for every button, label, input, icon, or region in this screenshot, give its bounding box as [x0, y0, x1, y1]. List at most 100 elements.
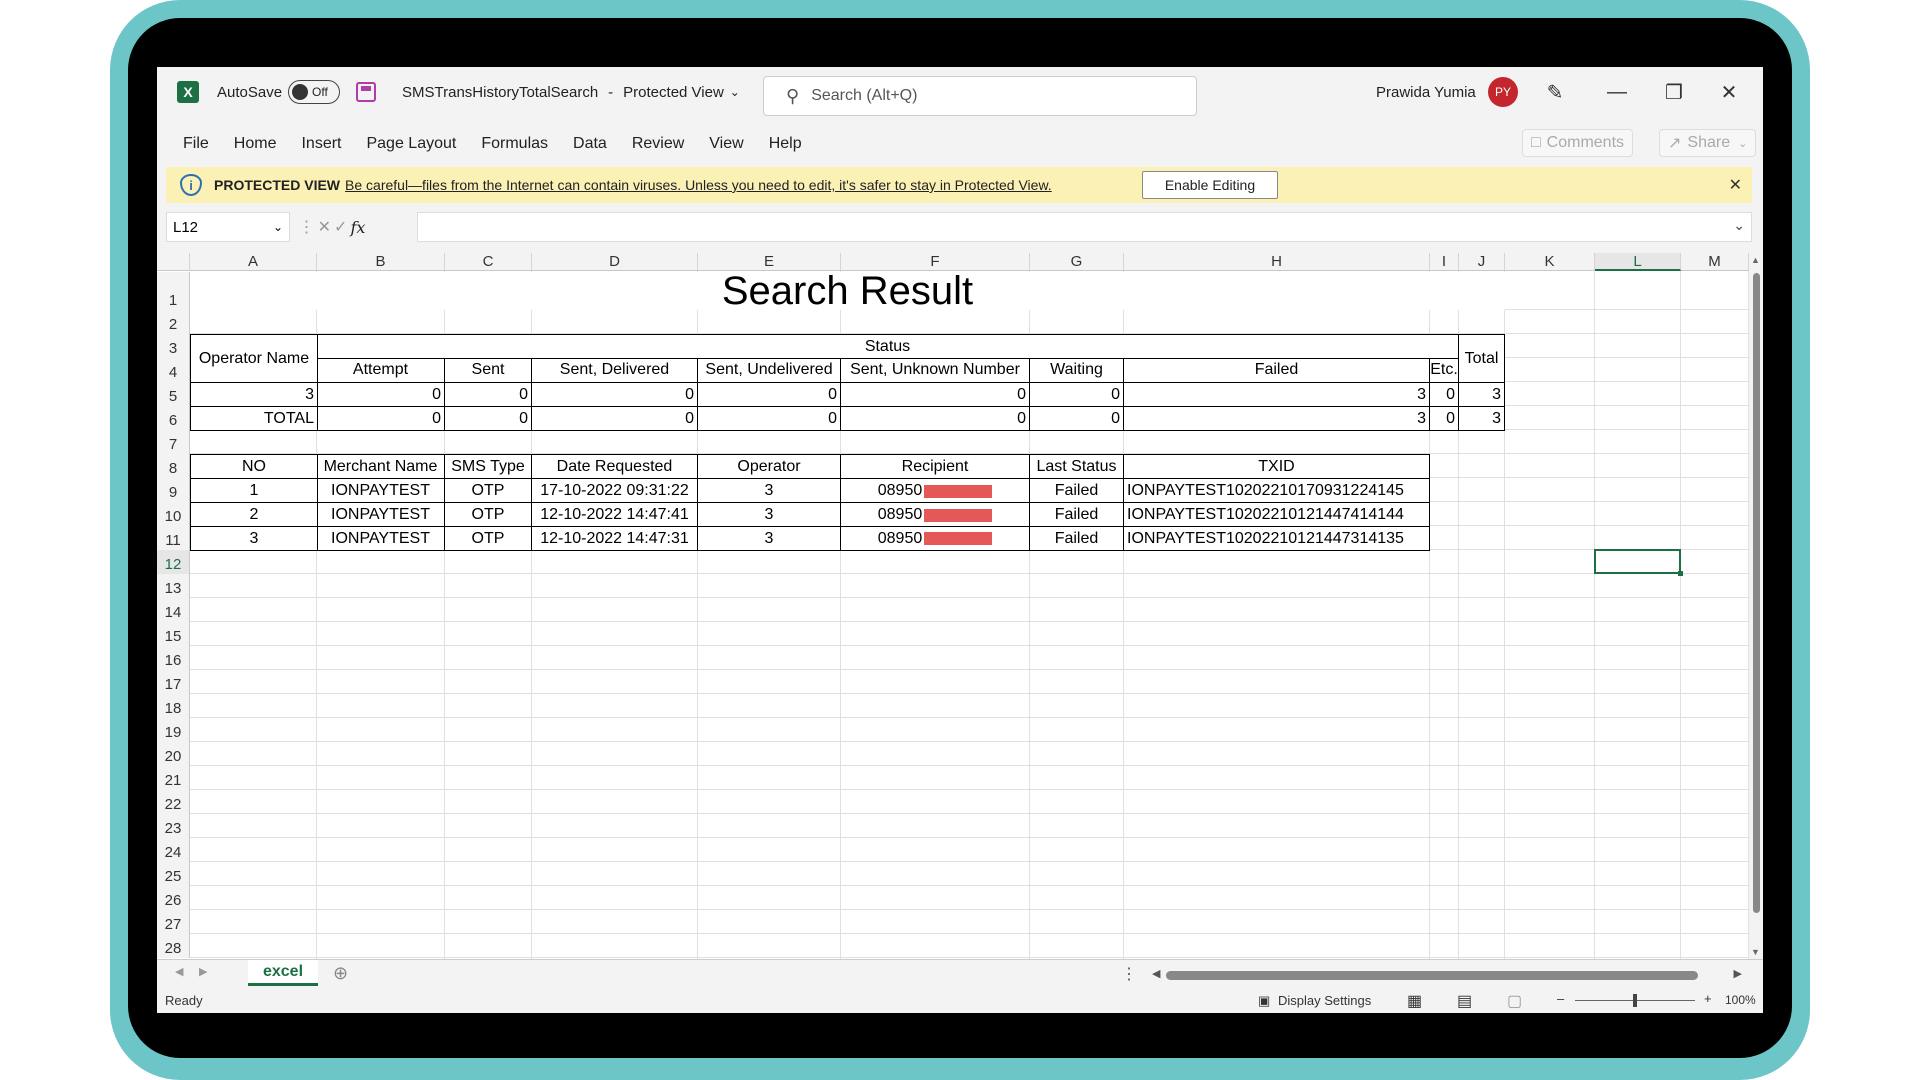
detail-no-cell[interactable]: 1 [190, 478, 318, 503]
restore-icon[interactable]: ❐ [1654, 80, 1694, 105]
enable-editing-button[interactable]: Enable Editing [1142, 171, 1278, 199]
row-header-26[interactable]: 26 [157, 886, 190, 910]
row-header-18[interactable]: 18 [157, 694, 190, 718]
column-header-g[interactable]: G [1030, 253, 1124, 271]
detail-operator-cell[interactable]: 3 [698, 502, 841, 527]
spreadsheet-grid[interactable]: A B C D E F G H I J K L M 1 2 3 4 5 6 7 8 9 10 11 12 13 14 15 16 17 18… [157, 253, 1749, 959]
detail-recipient-cell[interactable]: 08950 [841, 526, 1030, 551]
status-header[interactable]: Status [317, 334, 1459, 359]
share-button[interactable]: ↗ Share ⌄ [1659, 129, 1757, 157]
horizontal-scroll-thumb[interactable] [1166, 971, 1698, 980]
detail-date-cell[interactable]: 12-10-2022 14:47:31 [532, 526, 698, 551]
row-header-28[interactable]: 28 [157, 934, 190, 958]
detail-recipient-cell[interactable]: 08950 [841, 502, 1030, 527]
row-header-1[interactable]: 1 [157, 272, 190, 310]
detail-txid-cell[interactable]: IONPAYTEST10202210121447314135 [1124, 526, 1430, 551]
menu-insert[interactable]: Insert [301, 135, 341, 153]
detail-no-cell[interactable]: 3 [190, 526, 318, 551]
column-header-a[interactable]: A [190, 253, 317, 271]
view-mode-dropdown[interactable]: Protected View [623, 84, 724, 101]
avatar[interactable]: PY [1488, 77, 1518, 107]
column-header-c[interactable]: C [445, 253, 532, 271]
row-header-14[interactable]: 14 [157, 598, 190, 622]
comments-button[interactable]: □ Comments [1522, 129, 1634, 157]
column-header-l[interactable]: L [1595, 253, 1681, 271]
summary-value-cell[interactable]: 3 [1124, 406, 1430, 431]
row-header-9[interactable]: 9 [157, 478, 190, 502]
detail-type-cell[interactable]: OTP [445, 502, 532, 527]
formula-input[interactable]: ⌄ [417, 212, 1752, 242]
column-header-m[interactable]: M [1681, 253, 1749, 271]
selected-cell-l12[interactable] [1594, 549, 1683, 576]
select-all-corner[interactable] [157, 253, 190, 271]
scroll-down-icon[interactable]: ▼ [1751, 947, 1760, 957]
zoom-level[interactable]: 100% [1725, 993, 1756, 1007]
row-header-17[interactable]: 17 [157, 670, 190, 694]
zoom-in-icon[interactable]: + [1704, 991, 1712, 1006]
summary-value-cell[interactable]: 0 [445, 382, 532, 407]
detail-column-header[interactable]: Recipient [841, 454, 1030, 479]
minimize-icon[interactable]: — [1597, 81, 1637, 104]
summary-total-cell[interactable]: 3 [1459, 382, 1505, 407]
summary-value-cell[interactable]: 0 [698, 382, 841, 407]
sheet-tab-excel[interactable]: excel [248, 960, 318, 986]
autosave-toggle[interactable]: Off [288, 80, 340, 104]
column-header-j[interactable]: J [1459, 253, 1505, 271]
menu-help[interactable]: Help [769, 135, 802, 153]
detail-status-cell[interactable]: Failed [1030, 478, 1124, 503]
more-options-icon[interactable]: ⋮ [299, 217, 315, 237]
close-icon[interactable]: ✕ [1729, 175, 1742, 195]
status-column-header[interactable]: Failed [1124, 358, 1430, 382]
detail-column-header[interactable]: NO [190, 454, 318, 479]
status-column-header[interactable]: Attempt [317, 358, 445, 382]
display-settings-icon[interactable]: ▣ [1258, 993, 1270, 1009]
menu-review[interactable]: Review [632, 135, 684, 153]
page-break-view-icon[interactable]: ▢ [1507, 991, 1522, 1011]
name-box[interactable]: L12 ⌄ [166, 212, 290, 242]
search-box[interactable]: ⚲ Search (Alt+Q) [763, 76, 1197, 116]
row-header-11[interactable]: 11 [157, 526, 190, 550]
zoom-slider-thumb[interactable] [1633, 994, 1637, 1007]
row-header-13[interactable]: 13 [157, 574, 190, 598]
row-header-3[interactable]: 3 [157, 334, 190, 358]
summary-value-cell[interactable]: 0 [445, 406, 532, 431]
summary-value-cell[interactable]: 0 [841, 382, 1030, 407]
status-column-header[interactable]: Sent, Delivered [532, 358, 698, 382]
status-column-header[interactable]: Etc. [1430, 358, 1459, 382]
expand-chevron-icon[interactable]: ⌄ [1733, 217, 1745, 234]
summary-value-cell[interactable]: 0 [532, 406, 698, 431]
protected-view-message[interactable]: Be careful—files from the Internet can c… [345, 177, 1052, 193]
column-header-b[interactable]: B [317, 253, 445, 271]
detail-type-cell[interactable]: OTP [445, 526, 532, 551]
detail-txid-cell[interactable]: IONPAYTEST10202210121447414144 [1124, 502, 1430, 527]
detail-column-header[interactable]: Operator [698, 454, 841, 479]
detail-status-cell[interactable]: Failed [1030, 526, 1124, 551]
summary-value-cell[interactable]: 0 [1030, 382, 1124, 407]
sheet-title[interactable]: Search Result [190, 272, 1505, 310]
column-header-h[interactable]: H [1124, 253, 1430, 271]
detail-column-header[interactable]: Date Requested [532, 454, 698, 479]
summary-value-cell[interactable]: 0 [317, 382, 445, 407]
detail-date-cell[interactable]: 17-10-2022 09:31:22 [532, 478, 698, 503]
zoom-out-icon[interactable]: – [1557, 991, 1564, 1006]
detail-merchant-cell[interactable]: IONPAYTEST [317, 478, 445, 503]
display-settings-button[interactable]: Display Settings [1278, 993, 1371, 1008]
detail-column-header[interactable]: Last Status [1030, 454, 1124, 479]
row-header-16[interactable]: 16 [157, 646, 190, 670]
summary-total-cell[interactable]: 3 [1459, 406, 1505, 431]
row-header-21[interactable]: 21 [157, 766, 190, 790]
status-column-header[interactable]: Sent, Undelivered [698, 358, 841, 382]
row-header-6[interactable]: 6 [157, 406, 190, 430]
row-header-15[interactable]: 15 [157, 622, 190, 646]
detail-column-header[interactable]: SMS Type [445, 454, 532, 479]
summary-value-cell[interactable]: 0 [532, 382, 698, 407]
row-header-20[interactable]: 20 [157, 742, 190, 766]
total-header[interactable]: Total [1459, 334, 1505, 382]
detail-type-cell[interactable]: OTP [445, 478, 532, 503]
normal-view-icon[interactable]: ▦ [1407, 991, 1422, 1011]
column-header-d[interactable]: D [532, 253, 698, 271]
column-header-k[interactable]: K [1505, 253, 1595, 271]
summary-value-cell[interactable]: 0 [698, 406, 841, 431]
menu-home[interactable]: Home [234, 135, 277, 153]
status-column-header[interactable]: Waiting [1030, 358, 1124, 382]
